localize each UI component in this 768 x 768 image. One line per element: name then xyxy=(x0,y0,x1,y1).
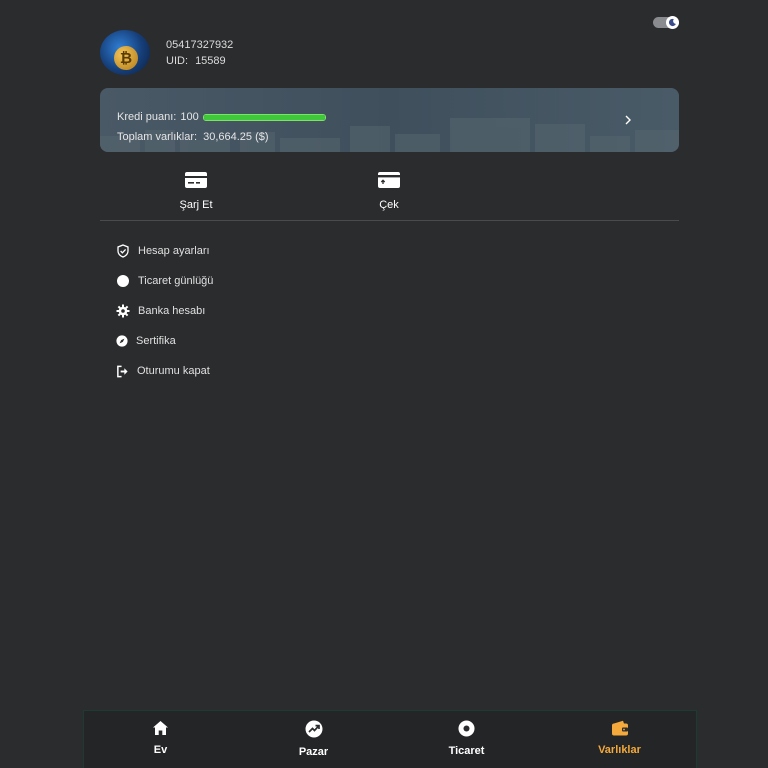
nav-trade[interactable]: Ticaret xyxy=(390,711,543,768)
gear-icon xyxy=(116,304,130,318)
profile-uid: UID: 15589 xyxy=(166,53,233,69)
menu-item-bank-account[interactable]: Banka hesabı xyxy=(116,296,213,326)
moon-icon xyxy=(666,16,679,29)
total-assets-value: 30,664.25 ($) xyxy=(203,131,269,143)
trending-up-icon xyxy=(305,720,322,738)
bitcoin-icon: ₿ xyxy=(114,46,138,70)
profile-header: ₿ 05417327932 UID: 15589 xyxy=(100,30,233,75)
chevron-right-icon xyxy=(625,115,631,125)
credit-score-label: Kredi puanı: xyxy=(117,111,177,123)
shield-check-icon xyxy=(117,244,129,258)
card-deposit-icon xyxy=(185,172,207,188)
menu-item-label: Banka hesabı xyxy=(138,305,206,317)
nav-assets-label: Varlıklar xyxy=(598,744,641,756)
circle-icon xyxy=(117,275,129,287)
nav-trade-label: Ticaret xyxy=(448,745,485,757)
profile-phone: 05417327932 xyxy=(166,38,234,51)
credit-score-row: Kredi puanı: 100 xyxy=(117,111,326,123)
menu-item-certificate[interactable]: Sertifika xyxy=(116,326,213,356)
menu-item-label: Hesap ayarları xyxy=(138,245,210,257)
trade-icon xyxy=(458,720,475,737)
bottom-nav: Ev Pazar Ticaret Varlıklar xyxy=(83,710,697,768)
logout-icon xyxy=(117,365,128,377)
menu-item-label: Ticaret günlüğü xyxy=(138,275,214,287)
avatar: ₿ xyxy=(100,30,150,75)
total-assets-row: Toplam varlıklar: 30,664.25 ($) xyxy=(117,131,269,143)
home-icon xyxy=(153,721,168,735)
menu-item-trade-log[interactable]: Ticaret günlüğü xyxy=(116,266,213,296)
credit-summary-card[interactable]: Kredi puanı: 100 Toplam varlıklar: 30,664… xyxy=(100,88,679,152)
credit-score-value: 100 xyxy=(180,111,199,123)
deposit-button[interactable]: Şarj Et xyxy=(156,172,236,211)
settings-menu: Hesap ayarları Ticaret günlüğü Banka hes… xyxy=(116,236,213,386)
compass-icon xyxy=(116,335,128,347)
uid-value: 15589 xyxy=(195,54,226,67)
profile-info: 05417327932 UID: 15589 xyxy=(166,37,233,69)
wallet-icon xyxy=(611,720,628,736)
card-withdraw-icon xyxy=(378,172,400,188)
nav-home[interactable]: Ev xyxy=(84,711,237,768)
nav-assets[interactable]: Varlıklar xyxy=(543,711,696,768)
menu-item-logout[interactable]: Oturumu kapat xyxy=(116,356,213,386)
action-bar: Şarj Et Çek xyxy=(100,168,679,221)
menu-item-label: Oturumu kapat xyxy=(137,365,210,377)
nav-home-label: Ev xyxy=(153,744,168,756)
assets-page: ₿ 05417327932 UID: 15589 Kredi puanı: 10… xyxy=(0,0,768,768)
withdraw-label: Çek xyxy=(379,199,399,211)
menu-item-account-settings[interactable]: Hesap ayarları xyxy=(116,236,213,266)
credit-score-progress xyxy=(202,113,326,121)
total-assets-label: Toplam varlıklar: xyxy=(117,131,198,143)
credit-score-progress-fill xyxy=(203,114,325,120)
withdraw-button[interactable]: Çek xyxy=(349,172,429,211)
menu-item-label: Sertifika xyxy=(136,335,176,347)
nav-market[interactable]: Pazar xyxy=(237,711,390,768)
theme-toggle[interactable] xyxy=(653,16,679,29)
deposit-label: Şarj Et xyxy=(179,199,213,211)
uid-label: UID: xyxy=(166,54,188,67)
nav-market-label: Pazar xyxy=(298,746,329,758)
